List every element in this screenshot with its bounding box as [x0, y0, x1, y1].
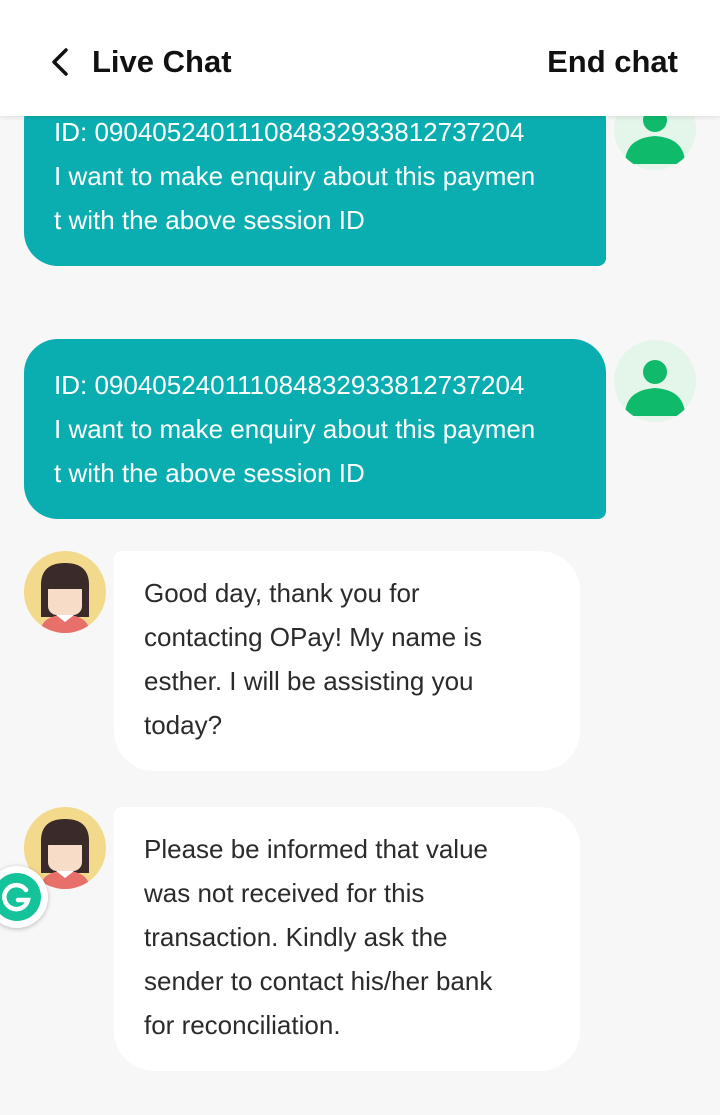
agent-message-bubble: Please be informed that value was not re…	[114, 807, 580, 1071]
back-button[interactable]	[40, 40, 80, 84]
header-bar: Live Chat End chat	[0, 0, 720, 116]
live-chat-screen: Live Chat End chat ID: 09040524011108483…	[0, 0, 720, 1115]
agent-girl-icon	[40, 563, 90, 633]
grammarly-icon	[0, 873, 41, 921]
grammarly-widget[interactable]	[0, 866, 48, 928]
agent-message-bubble: Good day, thank you for contacting OPay!…	[114, 551, 580, 771]
agent-avatar	[24, 551, 106, 633]
person-icon	[625, 360, 685, 416]
user-message-bubble: ID: 090405240111084832933812737204 I wan…	[24, 339, 606, 519]
page-title: Live Chat	[92, 44, 232, 79]
end-chat-button[interactable]: End chat	[547, 42, 678, 82]
user-avatar	[614, 340, 696, 422]
chevron-left-icon	[52, 48, 68, 76]
